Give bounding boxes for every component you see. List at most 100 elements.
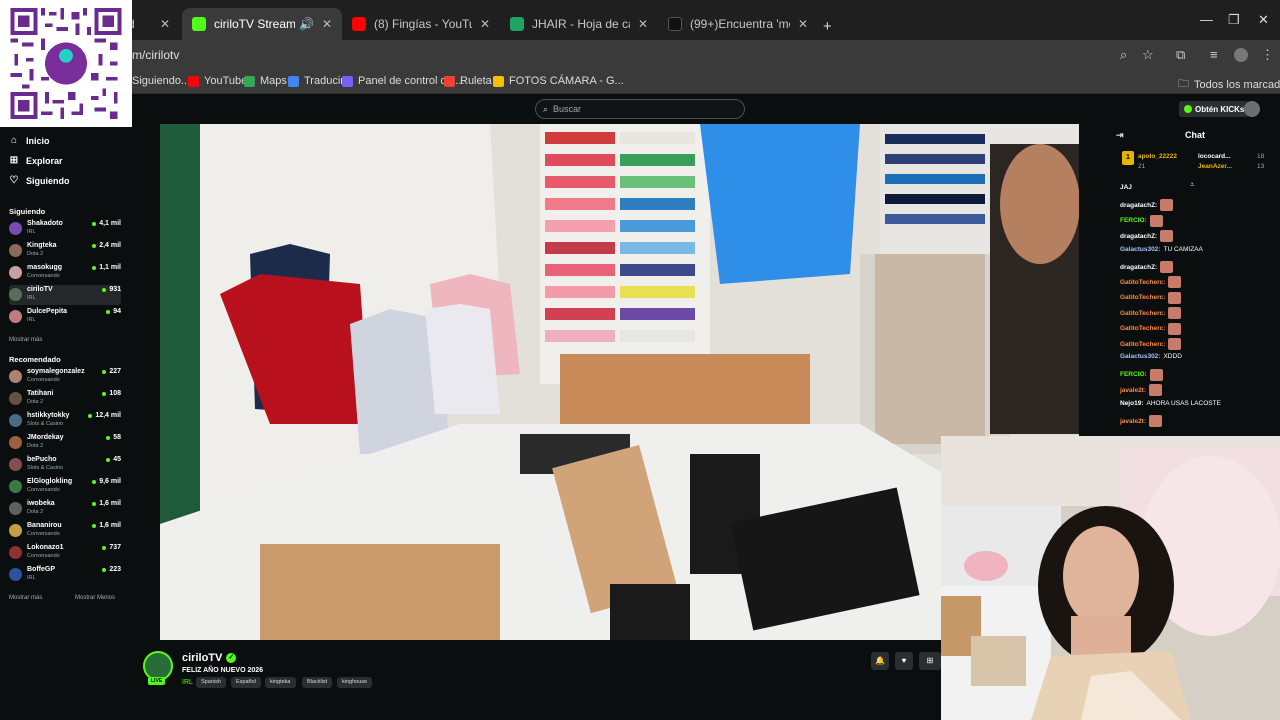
show-less-link[interactable]: Mostrar Menos	[75, 595, 115, 601]
chat-username[interactable]: FERCIO:	[1120, 371, 1147, 378]
url-field[interactable]: m/cirilotv	[132, 48, 179, 62]
viewer-count: 223	[102, 566, 121, 573]
chat-username[interactable]: GatitoTecherc:	[1120, 325, 1165, 332]
sidebar-channel-item[interactable]: iwobeka Dota 2 1,6 mil	[9, 499, 121, 519]
chat-username[interactable]: JAJ	[1120, 184, 1132, 191]
bookmark-maps[interactable]: Maps	[244, 75, 287, 87]
expand-arrow-icon[interactable]: ⩡	[1190, 180, 1195, 190]
gift-sub-button[interactable]: ⊞	[919, 652, 941, 670]
zoom-icon[interactable]: ⌕	[1120, 47, 1127, 63]
sidebar-channel-item[interactable]: hstikkytokky Slots & Casino 12,4 mil	[9, 411, 121, 431]
chat-message: dragatachZ:	[1120, 199, 1174, 212]
chat-username[interactable]: javale2t:	[1120, 418, 1146, 425]
category-link[interactable]: IRL	[182, 679, 193, 686]
menu-icon[interactable]: ⋮	[1261, 47, 1274, 63]
crown-icon: 1	[1122, 151, 1134, 165]
search-input[interactable]: ⌕ Buscar	[535, 99, 745, 119]
collapse-chat-icon[interactable]: ⇥	[1116, 124, 1124, 146]
media-icon[interactable]: ≡	[1210, 47, 1218, 62]
get-kicks-button[interactable]: Obtén KICKs	[1179, 101, 1250, 117]
chat-username[interactable]: dragatachZ:	[1120, 233, 1157, 240]
notification-bell-button[interactable]: 🔔	[871, 652, 889, 670]
nav-explorar[interactable]: ⊞ Explorar	[9, 155, 63, 166]
profile-avatar[interactable]	[1234, 48, 1248, 62]
browser-tab-youtube[interactable]: (8) Fingías - YouTube ✕	[342, 8, 500, 40]
nav-siguiendo[interactable]: ♡ Siguiendo	[9, 175, 70, 186]
browser-tab-tiktok[interactable]: (99+)Encuentra 'moca moradito' ✕	[658, 8, 818, 40]
tag-kinghouse[interactable]: kinghouse	[337, 677, 373, 688]
sidebar-channel-item[interactable]: Tatihani Dota 2 108	[9, 389, 121, 409]
sidebar-channel-item[interactable]: Lokonazo1 Conversando 737	[9, 543, 121, 563]
sidebar-channel-item[interactable]: ElGloglokling Conversando 9,6 mil	[9, 477, 121, 497]
bookmark-traducir[interactable]: Traducir	[288, 75, 344, 87]
avatar[interactable]	[1244, 101, 1260, 117]
channel-name: ciriloTV	[27, 286, 53, 293]
tag-espanol[interactable]: Español	[231, 677, 261, 688]
chat-username[interactable]: dragatachZ:	[1120, 264, 1157, 271]
chat-username[interactable]: FERCIO:	[1120, 217, 1147, 224]
sidebar-channel-item[interactable]: DulcePepita IRL 94	[9, 307, 121, 327]
channel-name[interactable]: ciriloTV ✓	[182, 652, 237, 664]
channel-name: Shakadoto	[27, 220, 63, 227]
extensions-icon[interactable]: ⧉	[1176, 47, 1185, 63]
tag-blacklist[interactable]: Blacklist	[302, 677, 333, 688]
close-icon[interactable]: ✕	[160, 17, 170, 31]
bookmark-youtube[interactable]: YouTube	[188, 75, 247, 87]
gifter-2-name: lococard...	[1198, 153, 1231, 160]
show-more-following-link[interactable]: Mostrar más	[9, 337, 42, 343]
follow-heart-button[interactable]: ♥	[895, 652, 913, 670]
star-icon[interactable]: ☆	[1142, 47, 1154, 63]
chat-username[interactable]: dragatachZ:	[1120, 202, 1157, 209]
chat-username[interactable]: GatitoTecherc:	[1120, 341, 1165, 348]
sidebar-channel-item[interactable]: ciriloTV IRL 931	[9, 285, 121, 305]
show-more-recommended-link[interactable]: Mostrar más	[9, 595, 42, 601]
chat-username[interactable]: Nejo19:	[1120, 400, 1143, 407]
emote-icon	[1149, 214, 1163, 227]
sidebar-channel-item[interactable]: Shakadoto IRL 4,1 mil	[9, 219, 121, 239]
address-bar: m/cirilotv ⌕ ☆ ⧉ ≡ ⋮	[0, 40, 1280, 70]
close-icon[interactable]: ✕	[638, 17, 648, 31]
sidebar-channel-item[interactable]: BoffeGP IRL 223	[9, 565, 121, 585]
close-icon[interactable]: ✕	[480, 17, 490, 31]
bookmark-label: YouTube	[204, 75, 248, 87]
nav-inicio[interactable]: ⌂ Inicio	[9, 135, 50, 146]
close-icon[interactable]: ✕	[798, 17, 808, 31]
chat-username[interactable]: GatitoTecherc:	[1120, 310, 1165, 317]
sidebar-channel-item[interactable]: Bananirou Conversando 1,6 mil	[9, 521, 121, 541]
verified-icon: ✓	[226, 653, 237, 663]
restore-button[interactable]: ❐	[1228, 12, 1240, 28]
channel-category: IRL	[27, 229, 36, 235]
home-icon: ⌂	[10, 135, 18, 146]
minimize-button[interactable]: —	[1200, 12, 1213, 27]
close-icon[interactable]: ✕	[322, 17, 332, 31]
sidebar-channel-item[interactable]: soymalegonzalez Conversando 227	[9, 367, 121, 387]
channel-name: iwobeka	[27, 500, 55, 507]
bookmark-label: Maps	[260, 75, 287, 87]
bookmark-ruleta[interactable]: Ruleta	[444, 75, 492, 87]
tag-spanish[interactable]: Spanish	[196, 677, 226, 688]
speaker-icon[interactable]: 🔊	[299, 17, 314, 31]
chat-username[interactable]: Galactus302:	[1120, 246, 1160, 253]
channel-name: bePucho	[27, 456, 57, 463]
sidebar-channel-item[interactable]: bePucho Slots & Casino 45	[9, 455, 121, 475]
browser-tab-active[interactable]: ciriloTV Stream - Watch Live 🔊 ✕	[182, 8, 342, 40]
bookmark-siguiendo[interactable]: Siguiendo...	[132, 75, 190, 87]
emote-icon	[1168, 307, 1182, 320]
close-window-button[interactable]: ✕	[1258, 12, 1269, 28]
tag-kingteka[interactable]: kingteka	[265, 677, 296, 688]
all-bookmarks-button[interactable]: 🗀 Todos los marcadores	[1178, 75, 1280, 94]
sidebar-channel-item[interactable]: Kingteka Dota 2 2,4 mil	[9, 241, 121, 261]
stream-title: FELIZ AÑO NUEVO 2026	[182, 667, 264, 674]
viewer-count: 1,6 mil	[92, 522, 121, 529]
browser-tab-sheets[interactable]: JHAIR - Hoja de cálculo ✕	[500, 8, 658, 40]
chat-username[interactable]: GatitoTecherc:	[1120, 279, 1165, 286]
sidebar-channel-item[interactable]: masokugg Conversando 1,1 mil	[9, 263, 121, 283]
sidebar-channel-item[interactable]: JMordekay Dota 2 58	[9, 433, 121, 453]
get-kicks-label: Obtén KICKs	[1195, 104, 1245, 114]
chat-text: XDDD	[1163, 353, 1182, 361]
chat-username[interactable]: Galactus302:	[1120, 353, 1160, 360]
bookmark-fotos[interactable]: FOTOS CÁMARA - G...	[493, 75, 624, 87]
chat-username[interactable]: GatitoTecherc:	[1120, 294, 1165, 301]
new-tab-button[interactable]: +	[823, 18, 832, 35]
chat-username[interactable]: javale2t:	[1120, 387, 1146, 394]
